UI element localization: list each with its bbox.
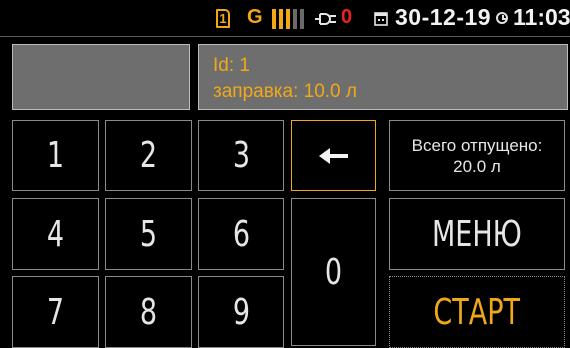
plug-icon <box>315 13 336 25</box>
divider <box>0 36 570 37</box>
date-display: 30-12-19 <box>395 4 492 30</box>
key-1[interactable]: 1 <box>12 120 99 191</box>
start-label: СТАРТ <box>433 291 521 333</box>
key-6-label: 6 <box>232 213 250 255</box>
id-label: Id: 1 <box>213 55 250 76</box>
key-6[interactable]: 6 <box>198 198 284 270</box>
key-0[interactable]: 0 <box>291 198 376 346</box>
key-4-label: 4 <box>46 213 65 255</box>
arrow-left-icon <box>318 147 348 164</box>
calendar-icon <box>374 12 388 26</box>
key-1-label: 1 <box>46 135 65 176</box>
network-type: G <box>247 6 263 28</box>
clock-icon <box>496 12 508 24</box>
key-2[interactable]: 2 <box>105 120 192 191</box>
total-dispensed-panel: Всего отпущено: 20.0 л <box>389 120 565 191</box>
key-0-label: 0 <box>324 251 343 293</box>
total-label: Всего отпущено: <box>411 135 543 155</box>
total-value: 20.0 л <box>453 156 501 176</box>
start-button[interactable]: СТАРТ <box>389 276 565 348</box>
transaction-info-panel: Id: 1 заправка: 10.0 л <box>198 44 568 110</box>
key-5-label: 5 <box>139 213 158 255</box>
key-8[interactable]: 8 <box>105 276 192 348</box>
key-3[interactable]: 3 <box>198 120 284 191</box>
sim-icon: 1 <box>216 9 230 28</box>
connection-status-value: 0 <box>341 6 353 28</box>
key-8-label: 8 <box>139 291 158 333</box>
signal-bars-icon <box>272 9 306 29</box>
fuel-amount-label: заправка: 10.0 л <box>213 81 357 102</box>
backspace-button[interactable] <box>291 120 376 191</box>
display-panel <box>12 44 190 110</box>
key-3-label: 3 <box>232 135 250 176</box>
key-9-label: 9 <box>232 291 250 333</box>
menu-button[interactable]: МЕНЮ <box>389 198 565 270</box>
time-display: 11:03 <box>513 4 570 30</box>
key-2-label: 2 <box>139 135 158 176</box>
key-9[interactable]: 9 <box>198 276 284 348</box>
menu-label: МЕНЮ <box>432 213 522 255</box>
key-7-label: 7 <box>46 291 65 333</box>
status-bar: 1 G 0 30-12-19 11:03 <box>0 0 570 36</box>
key-7[interactable]: 7 <box>12 276 99 348</box>
key-4[interactable]: 4 <box>12 198 99 270</box>
key-5[interactable]: 5 <box>105 198 192 270</box>
